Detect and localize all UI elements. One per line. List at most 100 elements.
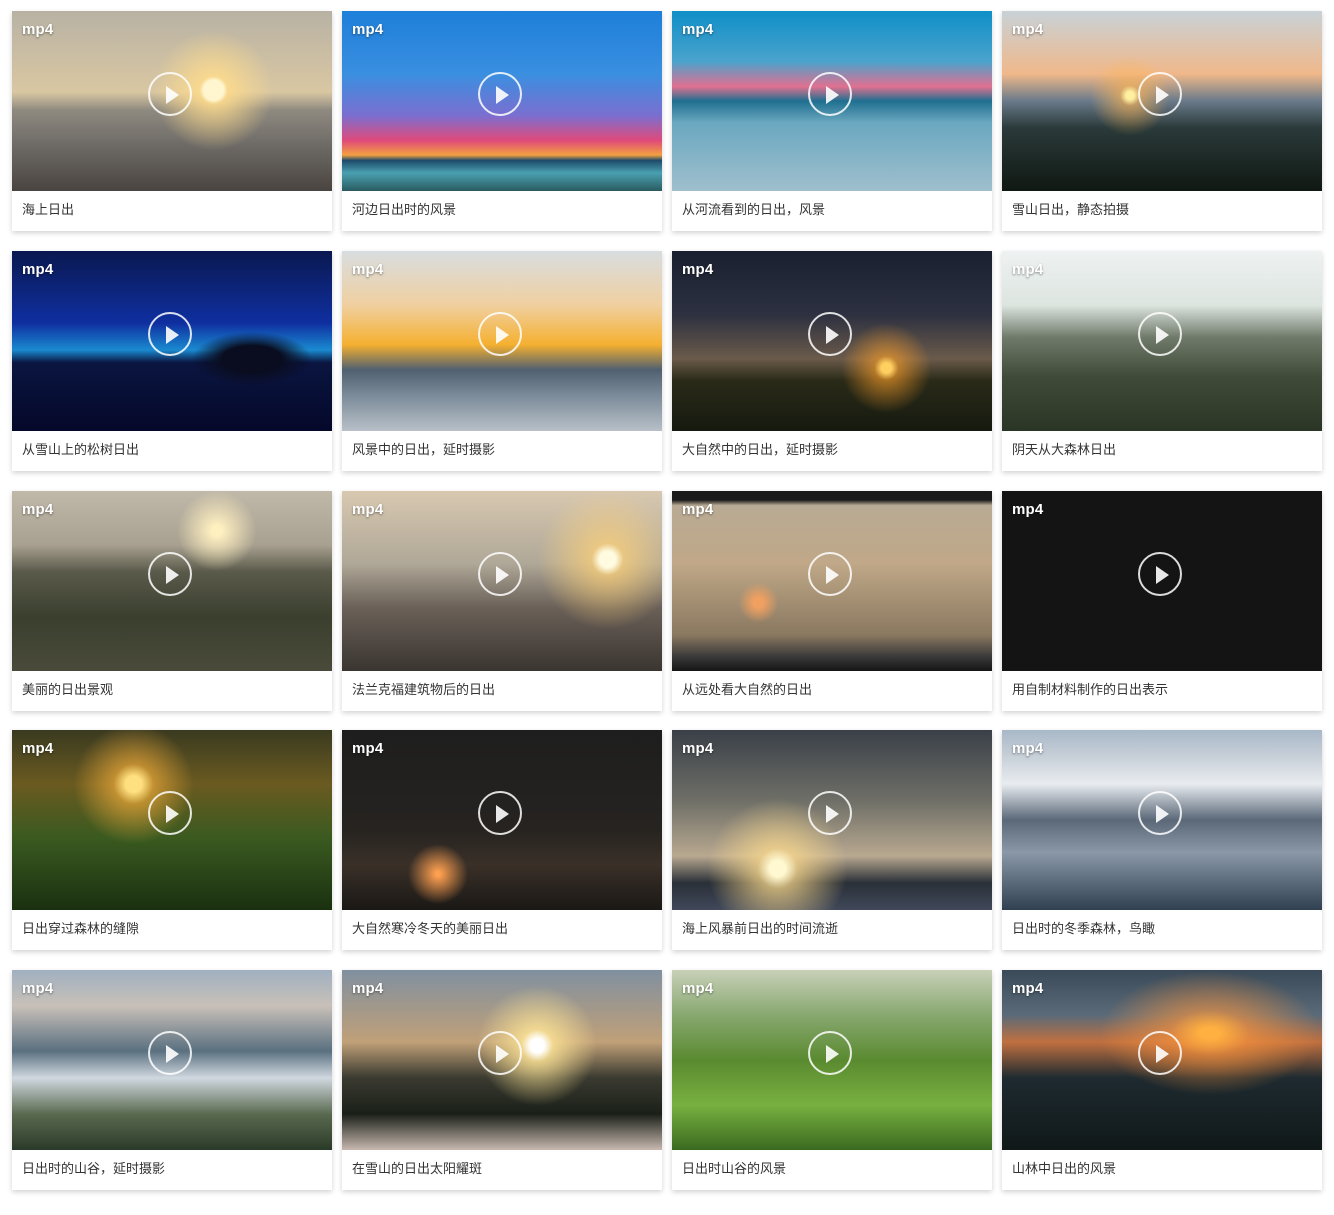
video-card[interactable]: mp4 从远处看大自然的日出 — [672, 490, 992, 711]
video-title[interactable]: 在雪山的日出太阳耀斑 — [342, 1150, 662, 1190]
video-title[interactable]: 日出穿过森林的缝隙 — [12, 910, 332, 950]
video-thumbnail[interactable]: mp4 — [1002, 11, 1322, 191]
video-card[interactable]: mp4 阴天从大森林日出 — [1002, 250, 1322, 471]
video-title[interactable]: 大自然中的日出，延时摄影 — [672, 431, 992, 471]
format-badge: mp4 — [22, 260, 54, 278]
play-icon[interactable] — [808, 551, 852, 596]
play-icon[interactable] — [1138, 311, 1182, 356]
play-icon[interactable] — [478, 72, 522, 116]
video-thumbnail[interactable]: mp4 — [342, 490, 662, 671]
format-badge: mp4 — [352, 500, 384, 518]
play-icon[interactable] — [808, 72, 852, 116]
format-badge: mp4 — [682, 500, 714, 518]
play-icon[interactable] — [808, 311, 852, 356]
format-badge: mp4 — [352, 740, 384, 758]
video-thumbnail[interactable]: mp4 — [672, 970, 992, 1150]
video-thumbnail[interactable]: mp4 — [672, 250, 992, 431]
video-card[interactable]: mp4 日出时的山谷，延时摄影 — [12, 970, 332, 1190]
video-card[interactable]: mp4 海上日出 — [12, 11, 332, 231]
video-card[interactable]: mp4 大自然中的日出，延时摄影 — [672, 250, 992, 471]
video-title[interactable]: 风景中的日出，延时摄影 — [342, 431, 662, 471]
play-icon[interactable] — [1138, 791, 1182, 836]
video-card[interactable]: mp4 雪山日出，静态拍摄 — [1002, 11, 1322, 231]
video-thumbnail[interactable]: mp4 — [342, 970, 662, 1150]
play-icon[interactable] — [478, 311, 522, 356]
video-title[interactable]: 海上风暴前日出的时间流逝 — [672, 910, 992, 950]
video-thumbnail[interactable]: mp4 — [12, 730, 332, 911]
play-icon[interactable] — [148, 791, 192, 836]
format-badge: mp4 — [352, 260, 384, 278]
video-card[interactable]: mp4 法兰克福建筑物后的日出 — [342, 490, 662, 711]
format-badge: mp4 — [352, 980, 384, 997]
play-icon[interactable] — [148, 72, 192, 116]
video-card[interactable]: mp4 日出穿过森林的缝隙 — [12, 730, 332, 951]
video-thumbnail[interactable]: mp4 — [672, 11, 992, 191]
video-thumbnail[interactable]: mp4 — [1002, 970, 1322, 1150]
video-grid: mp4 海上日出 mp4 河边日出时的风景 mp4 从河流看到的日出，风景 mp… — [12, 11, 1322, 1190]
video-card[interactable]: mp4 日出时山谷的风景 — [672, 970, 992, 1190]
video-card[interactable]: mp4 山林中日出的风景 — [1002, 970, 1322, 1190]
play-icon[interactable] — [1138, 1031, 1182, 1075]
format-badge: mp4 — [1012, 260, 1044, 278]
video-thumbnail[interactable]: mp4 — [342, 11, 662, 191]
video-title[interactable]: 从远处看大自然的日出 — [672, 671, 992, 711]
video-title[interactable]: 山林中日出的风景 — [1002, 1150, 1322, 1190]
video-thumbnail[interactable]: mp4 — [1002, 490, 1322, 671]
format-badge: mp4 — [682, 980, 714, 997]
video-card[interactable]: mp4 大自然寒冷冬天的美丽日出 — [342, 730, 662, 951]
video-title[interactable]: 日出时山谷的风景 — [672, 1150, 992, 1190]
video-title[interactable]: 大自然寒冷冬天的美丽日出 — [342, 910, 662, 950]
format-badge: mp4 — [1012, 980, 1044, 997]
play-icon[interactable] — [1138, 551, 1182, 596]
video-card[interactable]: mp4 从雪山上的松树日出 — [12, 250, 332, 471]
play-icon[interactable] — [478, 551, 522, 596]
format-badge: mp4 — [1012, 21, 1044, 38]
play-icon[interactable] — [478, 791, 522, 836]
video-thumbnail[interactable]: mp4 — [342, 730, 662, 911]
video-card[interactable]: mp4 美丽的日出景观 — [12, 490, 332, 711]
video-title[interactable]: 用自制材料制作的日出表示 — [1002, 671, 1322, 711]
video-title[interactable]: 法兰克福建筑物后的日出 — [342, 671, 662, 711]
video-title[interactable]: 日出时的冬季森林，鸟瞰 — [1002, 910, 1322, 950]
format-badge: mp4 — [682, 21, 714, 38]
video-title[interactable]: 日出时的山谷，延时摄影 — [12, 1150, 332, 1190]
format-badge: mp4 — [22, 21, 54, 38]
video-title[interactable]: 阴天从大森林日出 — [1002, 431, 1322, 471]
video-title[interactable]: 河边日出时的风景 — [342, 191, 662, 231]
format-badge: mp4 — [22, 980, 54, 997]
video-title[interactable]: 从雪山上的松树日出 — [12, 431, 332, 471]
video-title[interactable]: 从河流看到的日出，风景 — [672, 191, 992, 231]
format-badge: mp4 — [352, 21, 384, 38]
video-card[interactable]: mp4 风景中的日出，延时摄影 — [342, 250, 662, 471]
video-card[interactable]: mp4 在雪山的日出太阳耀斑 — [342, 970, 662, 1190]
video-thumbnail[interactable]: mp4 — [12, 250, 332, 431]
video-thumbnail[interactable]: mp4 — [12, 11, 332, 191]
play-icon[interactable] — [1138, 72, 1182, 116]
video-card[interactable]: mp4 从河流看到的日出，风景 — [672, 11, 992, 231]
format-badge: mp4 — [22, 740, 54, 758]
video-card[interactable]: mp4 用自制材料制作的日出表示 — [1002, 490, 1322, 711]
play-icon[interactable] — [808, 1031, 852, 1075]
format-badge: mp4 — [682, 740, 714, 758]
video-thumbnail[interactable]: mp4 — [1002, 730, 1322, 911]
play-icon[interactable] — [808, 791, 852, 836]
video-title[interactable]: 美丽的日出景观 — [12, 671, 332, 711]
play-icon[interactable] — [148, 311, 192, 356]
format-badge: mp4 — [682, 260, 714, 278]
video-title[interactable]: 雪山日出，静态拍摄 — [1002, 191, 1322, 231]
play-icon[interactable] — [478, 1031, 522, 1075]
play-icon[interactable] — [148, 551, 192, 596]
video-thumbnail[interactable]: mp4 — [1002, 250, 1322, 431]
video-thumbnail[interactable]: mp4 — [672, 730, 992, 911]
format-badge: mp4 — [1012, 740, 1044, 758]
format-badge: mp4 — [1012, 500, 1044, 518]
play-icon[interactable] — [148, 1031, 192, 1075]
video-title[interactable]: 海上日出 — [12, 191, 332, 231]
video-thumbnail[interactable]: mp4 — [342, 250, 662, 431]
video-thumbnail[interactable]: mp4 — [12, 970, 332, 1150]
video-card[interactable]: mp4 河边日出时的风景 — [342, 11, 662, 231]
video-card[interactable]: mp4 海上风暴前日出的时间流逝 — [672, 730, 992, 951]
video-thumbnail[interactable]: mp4 — [672, 490, 992, 671]
video-card[interactable]: mp4 日出时的冬季森林，鸟瞰 — [1002, 730, 1322, 951]
video-thumbnail[interactable]: mp4 — [12, 490, 332, 671]
